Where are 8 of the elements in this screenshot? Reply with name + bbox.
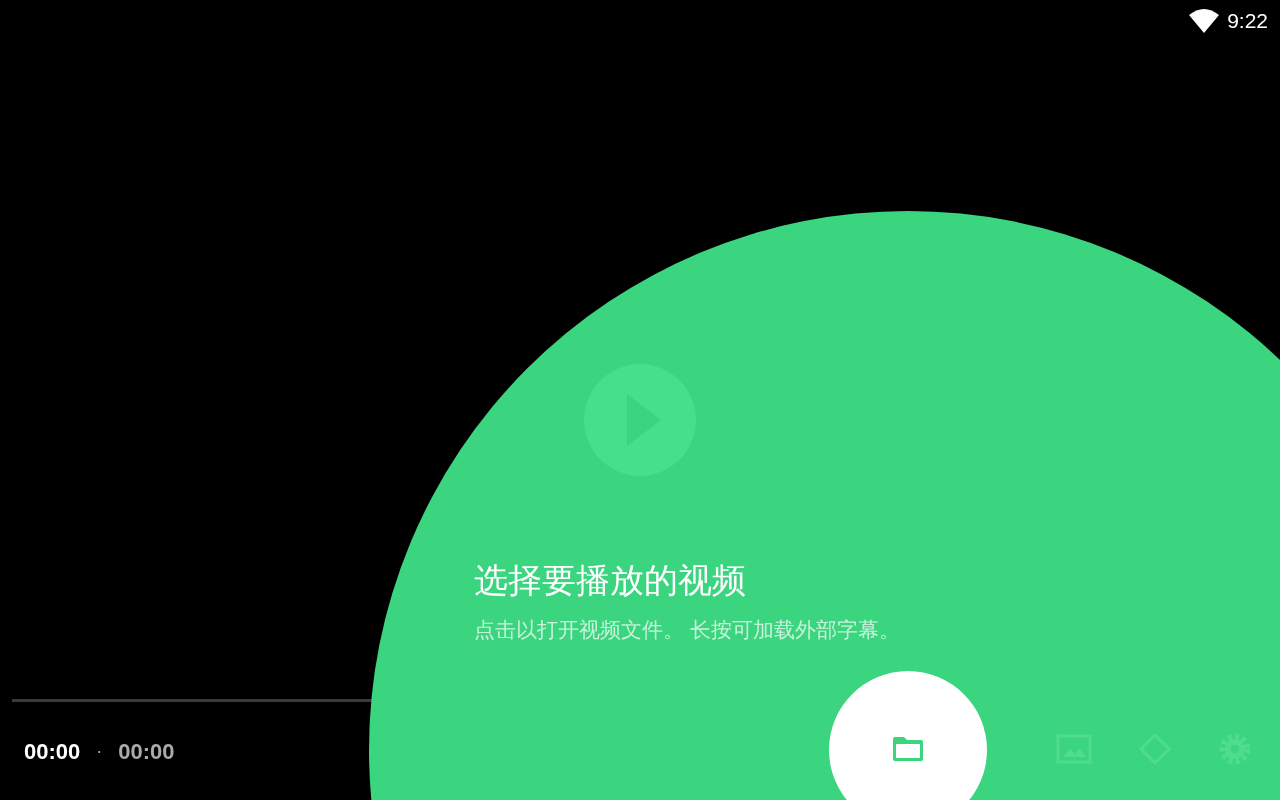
clock-time: 9:22 — [1227, 8, 1268, 35]
current-time: 00:00 — [24, 737, 81, 766]
tap-target-title: 选择要播放的视频 — [474, 560, 747, 601]
time-separator: · — [96, 739, 103, 763]
folder-icon — [891, 735, 925, 763]
wifi-icon — [1189, 9, 1220, 33]
tap-target-description: 点击以打开视频文件。 长按可加载外部字幕。 — [474, 617, 900, 643]
total-time: 00:00 — [118, 737, 175, 766]
